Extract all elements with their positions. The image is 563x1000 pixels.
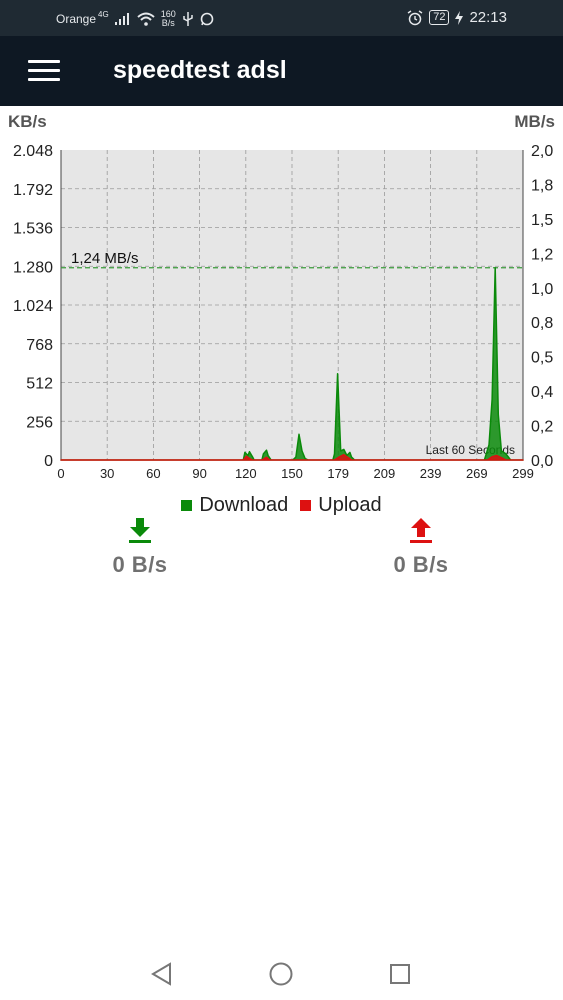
x-tick: 60 <box>146 466 160 481</box>
carrier-name: Orange <box>56 12 97 26</box>
y-tick-left: 256 <box>26 414 53 431</box>
legend-download-swatch <box>181 500 193 511</box>
y-tick-right: 0,0 <box>531 453 553 470</box>
whatsapp-icon <box>200 12 214 26</box>
y-tick-right: 1,8 <box>531 177 553 194</box>
peak-label: 1,24 MB/s <box>71 250 139 267</box>
y-tick-right: 1,2 <box>531 246 553 263</box>
download-readout: 0 B/s <box>70 518 210 578</box>
y-axis-right-unit: MB/s <box>514 112 555 131</box>
app-bar: speedtest adsl <box>0 36 563 106</box>
upload-arrow-icon <box>410 518 432 543</box>
y-tick-left: 1.280 <box>13 259 53 276</box>
y-tick-right: 1,0 <box>531 281 553 298</box>
y-tick-right: 0,4 <box>531 384 553 401</box>
y-tick-right: 0,2 <box>531 419 553 436</box>
status-bar: Orange 4G 160 B/s 72 22:13 <box>0 0 563 36</box>
alarm-icon <box>407 9 423 25</box>
x-tick: 0 <box>57 466 64 481</box>
network-type: 4G <box>98 9 109 19</box>
data-speed: 160 B/s <box>161 10 176 28</box>
y-tick-left: 2.048 <box>13 143 53 160</box>
chart-legend: Download Upload <box>0 494 563 517</box>
clock-time: 22:13 <box>469 9 507 26</box>
y-tick-left: 512 <box>26 376 53 393</box>
system-nav-bar <box>0 946 563 1000</box>
recents-square-icon[interactable] <box>386 960 414 988</box>
x-tick: 299 <box>512 466 534 481</box>
x-tick: 150 <box>281 466 303 481</box>
charging-icon <box>455 10 464 25</box>
x-tick: 90 <box>192 466 206 481</box>
y-tick-left: 0 <box>44 453 53 470</box>
y-axis-left-unit: KB/s <box>8 112 47 131</box>
hamburger-menu-icon[interactable] <box>28 60 60 82</box>
y-tick-left: 1.536 <box>13 221 53 238</box>
legend-download-label: Download <box>199 494 289 516</box>
x-tick: 269 <box>466 466 488 481</box>
y-tick-right: 2,0 <box>531 143 553 160</box>
download-speed-value: 0 B/s <box>112 552 168 577</box>
y-tick-right: 0,5 <box>531 350 553 367</box>
x-tick: 209 <box>374 466 396 481</box>
legend-upload: Upload <box>300 494 382 517</box>
x-tick: 30 <box>100 466 114 481</box>
y-tick-left: 1.024 <box>13 298 53 315</box>
speed-chart: KB/s MB/s 0 256 512 768 1.024 1.280 1.536 1.792… <box>0 106 563 486</box>
y-tick-left: 1.792 <box>13 182 53 199</box>
battery-icon: 72 <box>429 10 450 25</box>
signal-icon <box>114 13 129 25</box>
usb-icon <box>182 12 193 26</box>
x-tick: 179 <box>327 466 349 481</box>
legend-download: Download <box>181 494 288 517</box>
upload-speed-value: 0 B/s <box>393 552 449 577</box>
y-tick-right: 0,8 <box>531 315 553 332</box>
x-tick: 239 <box>420 466 442 481</box>
x-tick: 120 <box>235 466 257 481</box>
home-circle-icon[interactable] <box>267 960 295 988</box>
download-arrow-icon <box>129 518 151 543</box>
y-tick-left: 768 <box>26 337 53 354</box>
y-tick-right: 1,5 <box>531 212 553 229</box>
app-title: speedtest adsl <box>113 56 287 84</box>
legend-upload-label: Upload <box>318 494 382 516</box>
data-speed-unit: B/s <box>161 18 175 28</box>
chart-svg: 0 256 512 768 1.024 1.280 1.536 1.792 2.048 0,0 0,… <box>13 143 553 481</box>
wifi-icon <box>137 12 155 26</box>
upload-readout: 0 B/s <box>351 518 491 578</box>
legend-upload-swatch <box>300 500 312 511</box>
back-triangle-icon[interactable] <box>148 960 176 988</box>
